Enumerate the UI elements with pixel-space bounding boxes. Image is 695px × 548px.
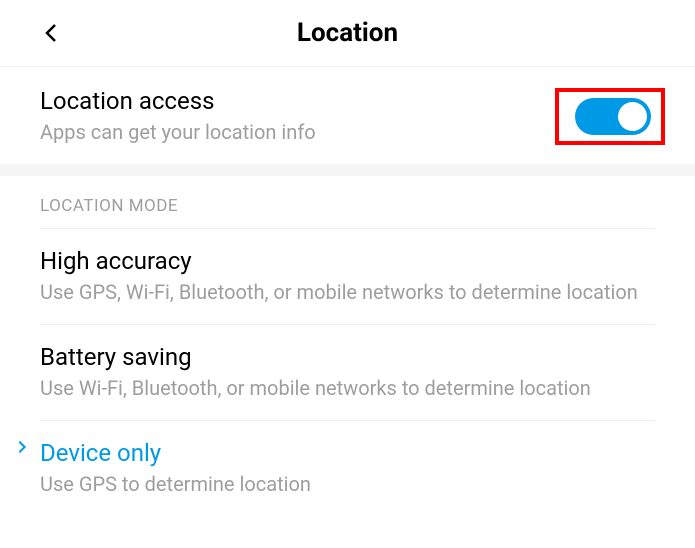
location-access-toggle[interactable] xyxy=(575,98,651,135)
mode-high-accuracy[interactable]: High accuracy Use GPS, Wi-Fi, Bluetooth,… xyxy=(0,229,695,324)
location-access-title: Location access xyxy=(40,87,555,115)
back-button[interactable] xyxy=(40,21,64,45)
selected-indicator xyxy=(14,439,30,455)
location-mode-header: LOCATION MODE xyxy=(0,176,695,228)
toggle-knob xyxy=(618,102,647,131)
location-access-section: Location access Apps can get your locati… xyxy=(0,67,695,164)
mode-subtitle: Use GPS, Wi-Fi, Bluetooth, or mobile net… xyxy=(40,279,655,306)
mode-subtitle: Use Wi-Fi, Bluetooth, or mobile networks… xyxy=(40,375,655,402)
section-separator xyxy=(0,164,695,176)
page-title: Location xyxy=(20,18,675,48)
highlight-box xyxy=(555,88,665,145)
location-access-subtitle: Apps can get your location info xyxy=(40,119,555,146)
chevron-right-icon xyxy=(14,439,30,455)
mode-title: High accuracy xyxy=(40,247,655,275)
mode-title: Device only xyxy=(40,439,655,467)
mode-battery-saving[interactable]: Battery saving Use Wi-Fi, Bluetooth, or … xyxy=(0,325,695,420)
mode-title: Battery saving xyxy=(40,343,655,371)
header: Location xyxy=(0,0,695,67)
mode-device-only[interactable]: Device only Use GPS to determine locatio… xyxy=(0,421,695,516)
location-access-content: Location access Apps can get your locati… xyxy=(40,87,555,146)
location-mode-section: LOCATION MODE High accuracy Use GPS, Wi-… xyxy=(0,176,695,516)
mode-subtitle: Use GPS to determine location xyxy=(40,471,655,498)
location-access-row[interactable]: Location access Apps can get your locati… xyxy=(0,67,695,164)
chevron-left-icon xyxy=(40,21,64,45)
